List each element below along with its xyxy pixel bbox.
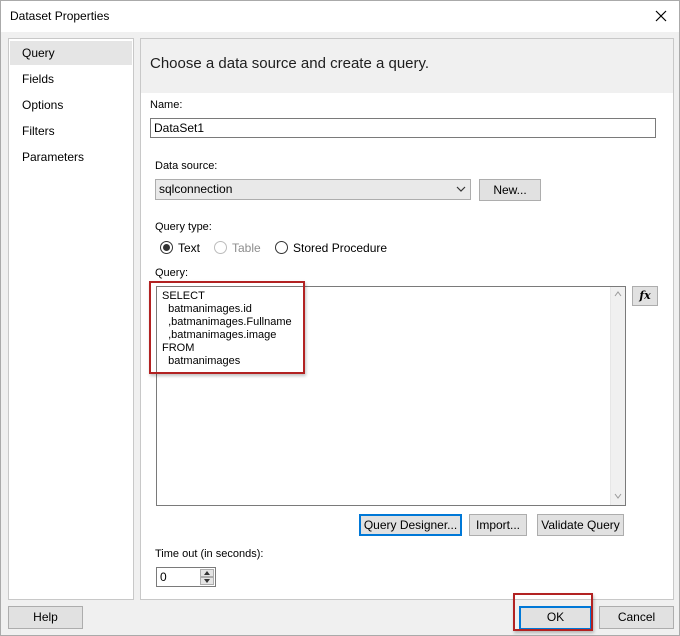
data-source-label: Data source: [155, 160, 218, 172]
radio-checked-icon [160, 241, 173, 254]
help-button[interactable]: Help [8, 606, 83, 629]
data-source-value: sqlconnection [159, 182, 233, 196]
dataset-properties-dialog: Dataset Properties Query Fields Options … [0, 0, 680, 636]
window-title: Dataset Properties [10, 9, 110, 23]
caret-down-icon [204, 579, 210, 583]
spin-buttons [200, 569, 214, 585]
radio-disabled-icon [214, 241, 227, 254]
chevron-down-icon [456, 186, 466, 192]
query-designer-button[interactable]: Query Designer... [359, 514, 462, 536]
sidebar-item-query[interactable]: Query [10, 41, 132, 65]
ok-highlight-annotation [513, 593, 593, 631]
query-scrollbar[interactable] [610, 287, 625, 505]
timeout-value: 0 [160, 570, 167, 584]
timeout-stepper[interactable]: 0 [156, 567, 216, 587]
close-button[interactable] [649, 5, 673, 27]
name-input[interactable]: DataSet1 [150, 118, 656, 138]
panel-header: Choose a data source and create a query. [141, 39, 673, 93]
query-panel: Choose a data source and create a query.… [140, 38, 674, 600]
sidebar-item-parameters[interactable]: Parameters [10, 145, 132, 169]
data-source-select[interactable]: sqlconnection [155, 179, 471, 200]
scroll-up-icon[interactable] [614, 291, 622, 297]
query-type-stored-procedure-label: Stored Procedure [293, 241, 388, 255]
spin-up-button[interactable] [200, 569, 214, 577]
scroll-down-icon[interactable] [614, 493, 622, 499]
query-type-table-label: Table [232, 241, 261, 255]
new-data-source-button[interactable]: New... [479, 179, 541, 201]
sidebar-item-filters[interactable]: Filters [10, 119, 132, 143]
sidebar-item-fields[interactable]: Fields [10, 67, 132, 91]
expression-button[interactable]: fx [632, 286, 658, 306]
radio-unchecked-icon [275, 241, 288, 254]
timeout-label: Time out (in seconds): [155, 548, 264, 560]
title-bar: Dataset Properties [1, 1, 679, 32]
import-button[interactable]: Import... [469, 514, 527, 536]
validate-query-button[interactable]: Validate Query [537, 514, 624, 536]
sidebar-item-options[interactable]: Options [10, 93, 132, 117]
query-highlight-annotation [149, 281, 305, 374]
caret-up-icon [204, 571, 210, 575]
query-type-label: Query type: [155, 221, 212, 233]
spin-down-button[interactable] [200, 577, 214, 585]
name-label: Name: [150, 99, 183, 111]
query-label: Query: [155, 267, 189, 279]
sidebar: Query Fields Options Filters Parameters [8, 38, 134, 600]
panel-header-text: Choose a data source and create a query. [150, 55, 430, 72]
close-icon [655, 10, 667, 22]
query-type-text-label: Text [178, 241, 201, 255]
cancel-button[interactable]: Cancel [599, 606, 674, 629]
